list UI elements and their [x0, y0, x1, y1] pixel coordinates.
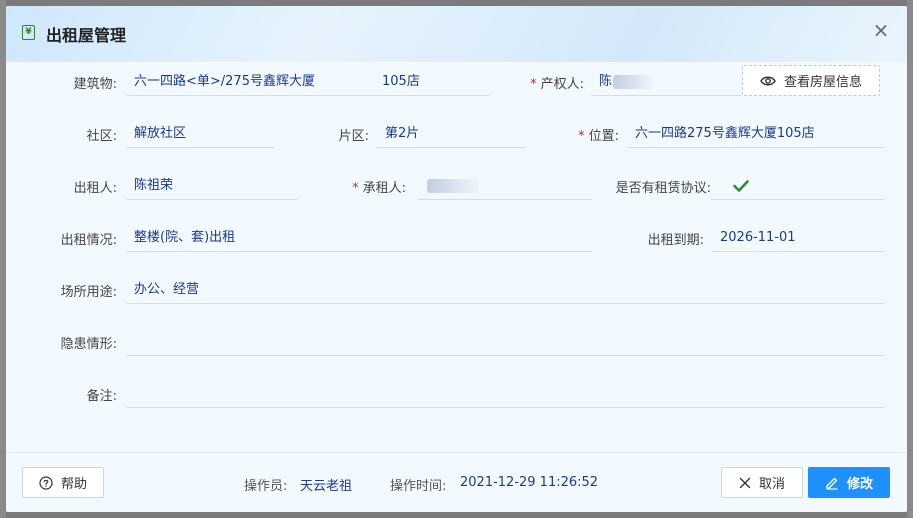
cancel-button[interactable]: 取消: [721, 467, 803, 498]
remark-field[interactable]: [126, 382, 885, 408]
redacted-mask: [427, 178, 479, 193]
building-label: 建筑物:: [73, 77, 117, 92]
operator-value: 天云老祖: [300, 479, 353, 494]
usage-label: 场所用途:: [60, 285, 117, 300]
lessor-label: 出租人:: [73, 181, 117, 196]
area-label: 片区:: [338, 129, 369, 144]
help-label: 帮助: [60, 477, 87, 492]
remark-label: 备注:: [86, 389, 117, 404]
usage-field[interactable]: 办公、经营: [126, 278, 885, 304]
cancel-label: 取消: [758, 477, 785, 492]
community-field[interactable]: 解放社区: [126, 122, 275, 148]
house-document-icon: ¥: [22, 25, 35, 40]
community-value: 解放社区: [134, 126, 187, 141]
eye-icon: [760, 76, 776, 85]
redacted-mask: [613, 74, 654, 89]
location-value: 六一四路275号鑫辉大厦105店: [635, 126, 815, 141]
rental-status-field[interactable]: 整楼(院、套)出租: [126, 226, 592, 252]
tenant-field[interactable]: [418, 174, 592, 200]
hazard-label: 隐患情形:: [60, 337, 117, 352]
modify-button[interactable]: 修改: [808, 467, 890, 498]
backdrop-right: [907, 0, 913, 518]
view-house-info-button[interactable]: 查看房屋信息: [742, 65, 880, 96]
rental-expiry-value: 2026-11-01: [720, 230, 796, 245]
owner-field[interactable]: 陈: [591, 70, 741, 96]
dialog-title: 出租屋管理: [46, 26, 127, 45]
owner-label: * 产权人:: [530, 77, 584, 92]
building-value: 六一四路<单>/275号鑫辉大厦: [134, 74, 315, 89]
check-icon: [733, 180, 749, 192]
has-agreement-field[interactable]: [711, 174, 885, 200]
community-label: 社区:: [86, 129, 117, 144]
operator-label: 操作员:: [244, 479, 288, 494]
location-label: * 位置:: [578, 129, 619, 144]
help-button[interactable]: 帮助: [22, 467, 104, 498]
op-time-label: 操作时间:: [390, 479, 447, 494]
op-time-value: 2021-12-29 11:26:52: [460, 475, 599, 490]
usage-value: 办公、经营: [134, 282, 200, 297]
lessor-field[interactable]: 陈祖荣: [126, 174, 298, 200]
area-field[interactable]: 第2片: [377, 122, 526, 148]
rental-house-dialog: ¥ 出租屋管理 × 建筑物: 六一四路<单>/275号鑫辉大厦 105店 * 产权…: [6, 6, 907, 512]
rental-expiry-field[interactable]: 2026-11-01: [712, 226, 885, 252]
tenant-label: * 承租人:: [352, 181, 406, 196]
modify-label: 修改: [846, 477, 873, 492]
close-icon: [739, 477, 751, 488]
close-icon[interactable]: ×: [871, 20, 891, 40]
rental-status-value: 整楼(院、套)出租: [134, 230, 236, 245]
dialog-header: [6, 6, 907, 62]
location-field[interactable]: 六一四路275号鑫辉大厦105店: [627, 122, 885, 148]
edit-pencil-icon: [826, 477, 838, 490]
rental-expiry-label: 出租到期:: [647, 233, 704, 248]
has-agreement-label: 是否有租赁协议:: [615, 181, 711, 196]
help-icon: [39, 475, 53, 490]
owner-value: 陈: [599, 74, 613, 89]
rental-status-label: 出租情况:: [60, 233, 117, 248]
view-house-info-label: 查看房屋信息: [783, 75, 862, 90]
area-value: 第2片: [385, 126, 420, 141]
building-unit: 105店: [382, 74, 420, 89]
hazard-field[interactable]: [126, 330, 885, 356]
dialog-footer: 帮助 操作员: 天云老祖 操作时间: 2021-12-29 11:26:52 取…: [6, 452, 907, 512]
lessor-value: 陈祖荣: [134, 178, 174, 193]
building-field[interactable]: 六一四路<单>/275号鑫辉大厦 105店: [126, 70, 490, 96]
